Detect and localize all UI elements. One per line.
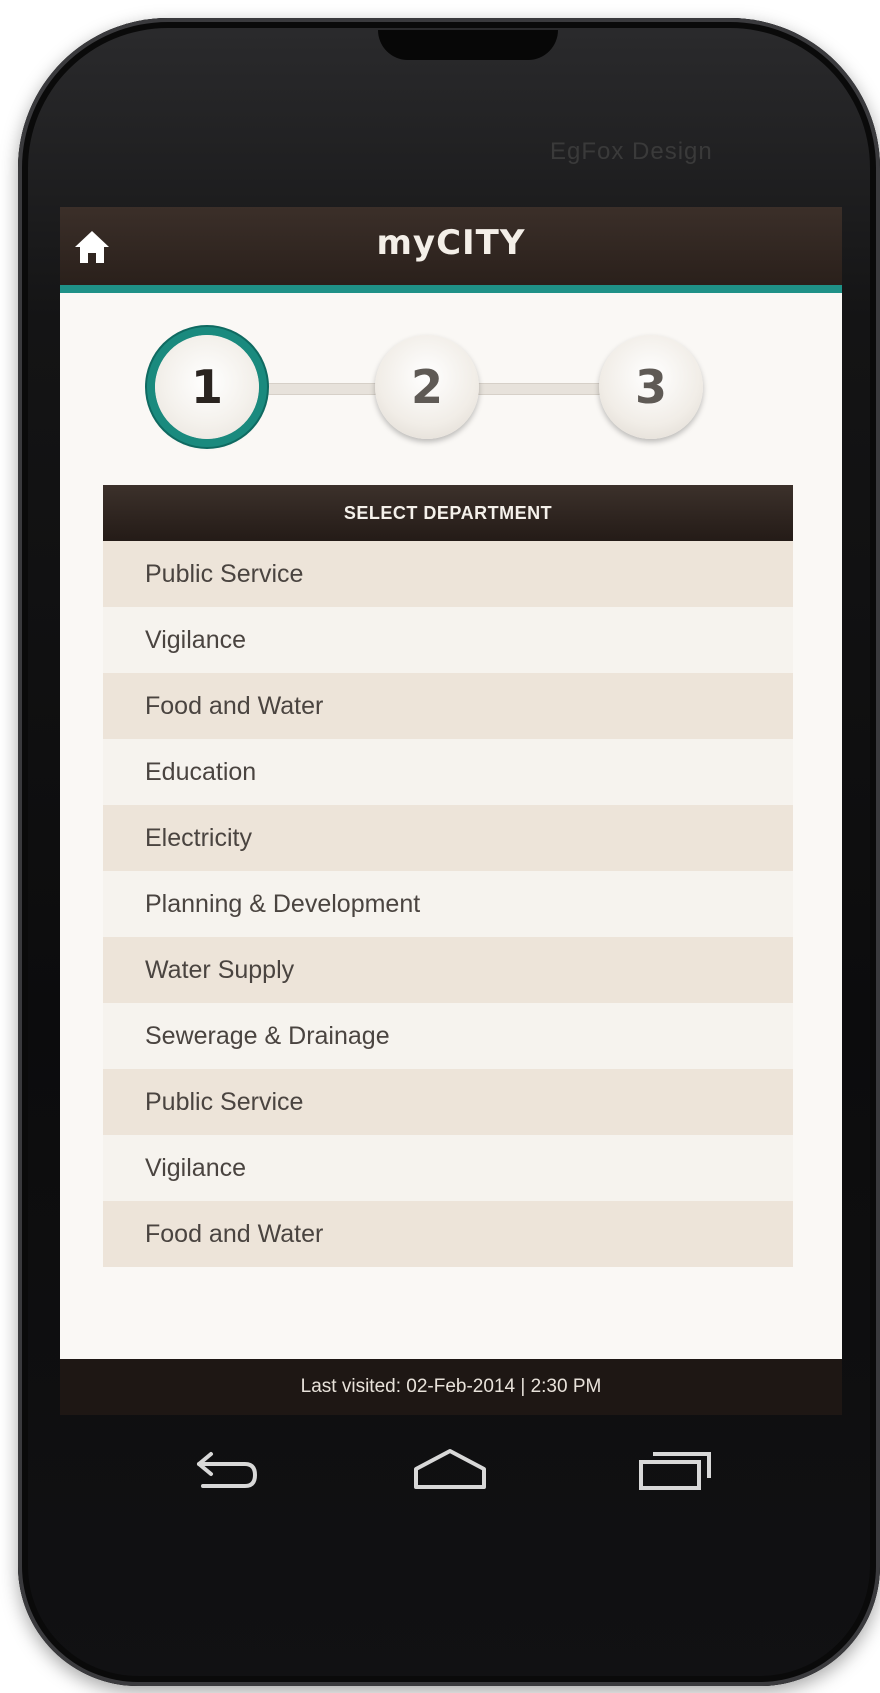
app-screen: myCITY 1 2 3 SELECT DEPARTMENT Public Se… [60, 207, 842, 1415]
department-list: SELECT DEPARTMENT Public Service Vigilan… [103, 485, 793, 1267]
department-item[interactable]: Electricity [103, 805, 793, 871]
department-item[interactable]: Planning & Development [103, 871, 793, 937]
step-number: 3 [634, 360, 667, 414]
step-number: 2 [410, 360, 443, 414]
recent-apps-button[interactable] [630, 1435, 720, 1505]
home-nav-button[interactable] [405, 1435, 495, 1505]
phone-speaker [378, 30, 558, 60]
step-1[interactable]: 1 [155, 335, 259, 439]
app-bar: myCITY [60, 207, 842, 293]
recent-apps-icon [639, 1452, 711, 1490]
department-item[interactable]: Education [103, 739, 793, 805]
department-item[interactable]: Vigilance [103, 1135, 793, 1201]
back-icon [197, 1452, 258, 1488]
department-item[interactable]: Food and Water [103, 1201, 793, 1267]
department-item[interactable]: Public Service [103, 1069, 793, 1135]
department-item[interactable]: Vigilance [103, 607, 793, 673]
department-item[interactable]: Water Supply [103, 937, 793, 1003]
step-3[interactable]: 3 [599, 335, 703, 439]
android-nav-bar [60, 1425, 842, 1515]
department-list-header: SELECT DEPARTMENT [103, 485, 793, 541]
app-title: myCITY [376, 223, 526, 263]
home-nav-icon [414, 1449, 486, 1489]
department-item[interactable]: Public Service [103, 541, 793, 607]
step-indicator: 1 2 3 [155, 335, 755, 445]
brand-watermark: EgFox Design [550, 138, 713, 165]
department-item[interactable]: Sewerage & Drainage [103, 1003, 793, 1069]
back-button[interactable] [180, 1435, 270, 1505]
step-number: 1 [190, 360, 223, 414]
last-visited-bar: Last visited: 02-Feb-2014 | 2:30 PM [60, 1359, 842, 1415]
department-item[interactable]: Food and Water [103, 673, 793, 739]
step-2[interactable]: 2 [375, 335, 479, 439]
